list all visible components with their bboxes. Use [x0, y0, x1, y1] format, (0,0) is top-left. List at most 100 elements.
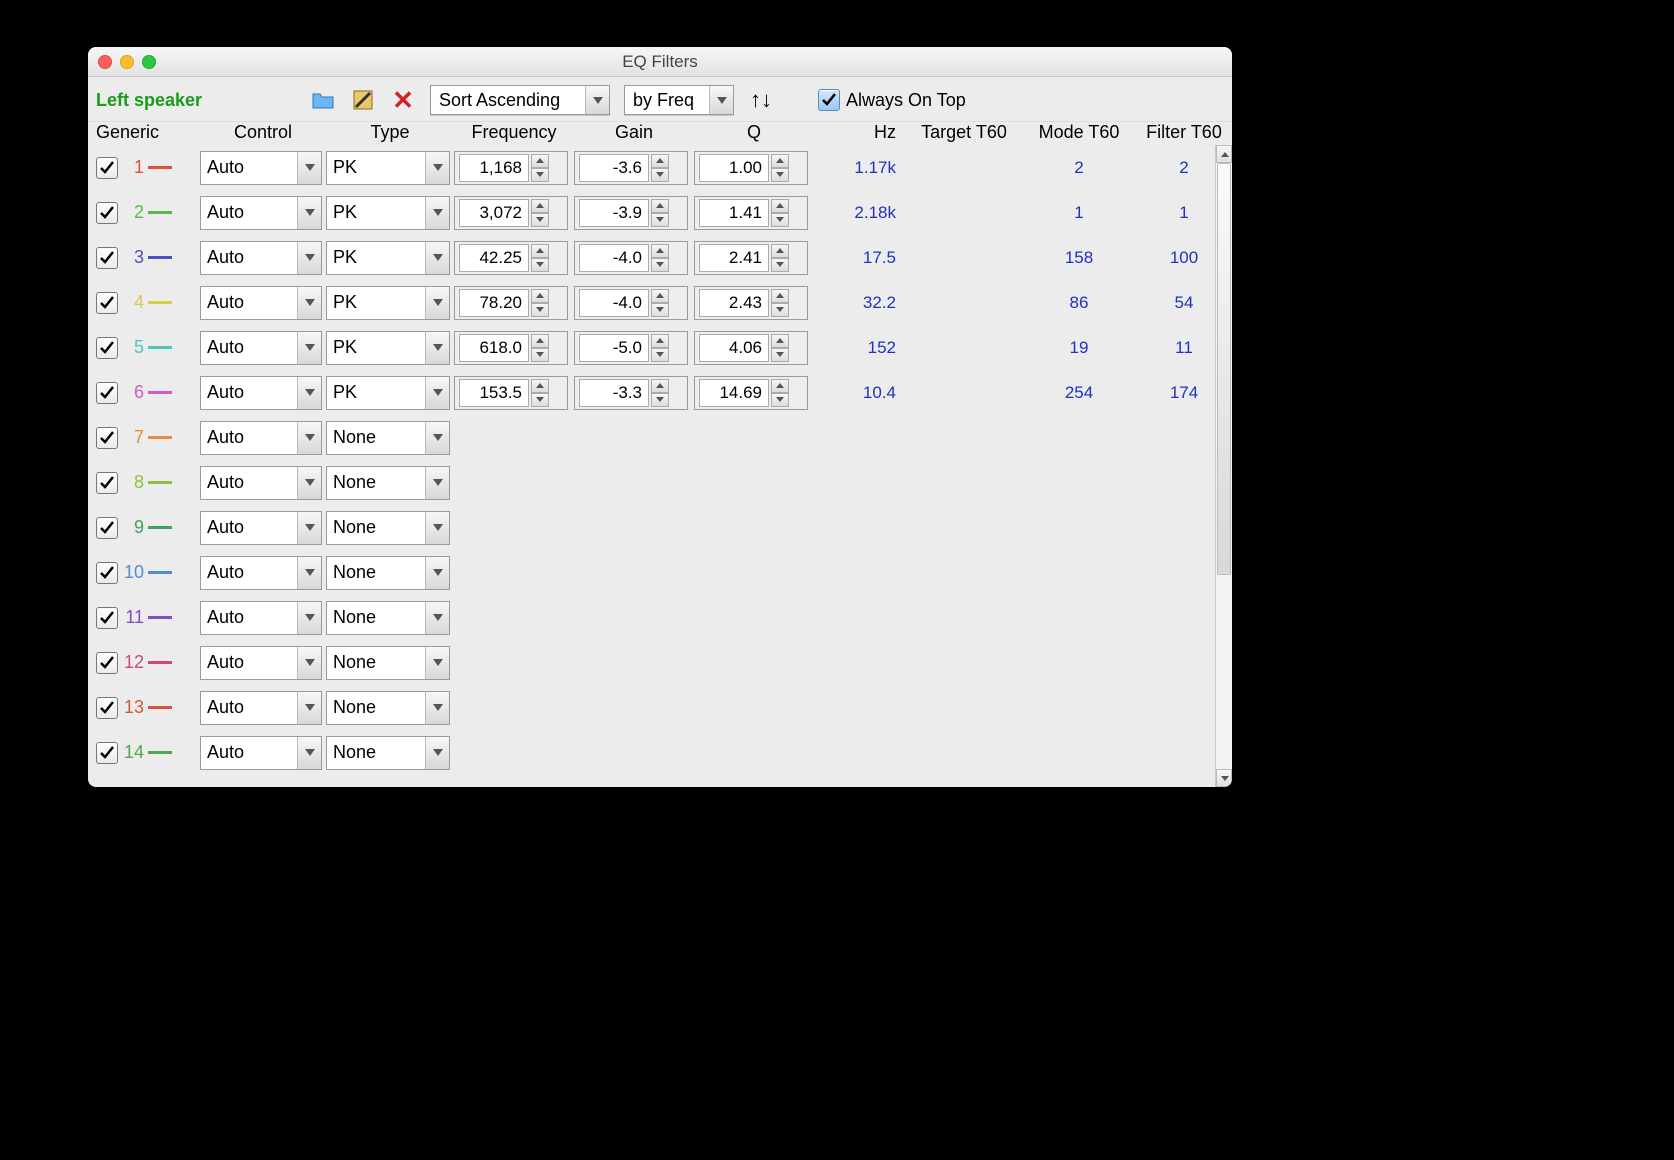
spin-up-button[interactable]	[531, 289, 549, 303]
q-spinner-input[interactable]	[699, 154, 769, 182]
filter-enable-checkbox[interactable]	[96, 247, 118, 269]
sort-mode-dropdown[interactable]: Sort Ascending	[430, 85, 610, 115]
spin-down-button[interactable]	[651, 258, 669, 272]
q-spinner[interactable]	[694, 376, 808, 410]
gain-spinner-input[interactable]	[579, 244, 649, 272]
control-select[interactable]: Auto	[200, 421, 322, 455]
spin-up-button[interactable]	[651, 244, 669, 258]
control-select[interactable]: Auto	[200, 331, 322, 365]
gain-spinner-input[interactable]	[579, 379, 649, 407]
type-select[interactable]: None	[326, 421, 450, 455]
vertical-scrollbar[interactable]	[1215, 145, 1232, 787]
type-select[interactable]: None	[326, 556, 450, 590]
type-select[interactable]: None	[326, 511, 450, 545]
type-select[interactable]: None	[326, 601, 450, 635]
spin-down-button[interactable]	[651, 393, 669, 407]
filter-enable-checkbox[interactable]	[96, 337, 118, 359]
frequency-spinner-input[interactable]	[459, 379, 529, 407]
frequency-spinner[interactable]	[454, 376, 568, 410]
spin-up-button[interactable]	[531, 154, 549, 168]
frequency-spinner-input[interactable]	[459, 199, 529, 227]
filter-enable-checkbox[interactable]	[96, 427, 118, 449]
control-select[interactable]: Auto	[200, 241, 322, 275]
gain-spinner[interactable]	[574, 196, 688, 230]
frequency-spinner[interactable]	[454, 331, 568, 365]
edit-icon[interactable]	[350, 87, 376, 113]
gain-spinner-input[interactable]	[579, 289, 649, 317]
control-select[interactable]: Auto	[200, 466, 322, 500]
frequency-spinner[interactable]	[454, 286, 568, 320]
spin-up-button[interactable]	[651, 379, 669, 393]
swap-order-icon[interactable]: ↑↓	[748, 87, 774, 113]
spin-down-button[interactable]	[651, 168, 669, 182]
filter-enable-checkbox[interactable]	[96, 742, 118, 764]
type-select[interactable]: PK	[326, 376, 450, 410]
sort-by-dropdown[interactable]: by Freq	[624, 85, 734, 115]
control-select[interactable]: Auto	[200, 691, 322, 725]
spin-up-button[interactable]	[651, 199, 669, 213]
filter-enable-checkbox[interactable]	[96, 157, 118, 179]
scrollbar-thumb[interactable]	[1217, 163, 1231, 575]
filter-enable-checkbox[interactable]	[96, 382, 118, 404]
frequency-spinner-input[interactable]	[459, 244, 529, 272]
spin-down-button[interactable]	[531, 213, 549, 227]
filter-enable-checkbox[interactable]	[96, 562, 118, 584]
scroll-up-button[interactable]	[1216, 145, 1232, 163]
filter-enable-checkbox[interactable]	[96, 472, 118, 494]
type-select[interactable]: PK	[326, 241, 450, 275]
spin-up-button[interactable]	[531, 199, 549, 213]
control-select[interactable]: Auto	[200, 556, 322, 590]
q-spinner[interactable]	[694, 241, 808, 275]
spin-down-button[interactable]	[651, 213, 669, 227]
type-select[interactable]: PK	[326, 286, 450, 320]
q-spinner-input[interactable]	[699, 379, 769, 407]
control-select[interactable]: Auto	[200, 646, 322, 680]
open-icon[interactable]	[310, 87, 336, 113]
filter-enable-checkbox[interactable]	[96, 697, 118, 719]
type-select[interactable]: PK	[326, 196, 450, 230]
spin-down-button[interactable]	[531, 258, 549, 272]
gain-spinner-input[interactable]	[579, 334, 649, 362]
filter-enable-checkbox[interactable]	[96, 292, 118, 314]
spin-up-button[interactable]	[531, 379, 549, 393]
spin-down-button[interactable]	[651, 303, 669, 317]
spin-down-button[interactable]	[771, 213, 789, 227]
gain-spinner[interactable]	[574, 241, 688, 275]
frequency-spinner-input[interactable]	[459, 154, 529, 182]
spin-up-button[interactable]	[651, 289, 669, 303]
q-spinner-input[interactable]	[699, 244, 769, 272]
spin-up-button[interactable]	[531, 334, 549, 348]
spin-down-button[interactable]	[531, 393, 549, 407]
q-spinner[interactable]	[694, 331, 808, 365]
type-select[interactable]: None	[326, 691, 450, 725]
spin-up-button[interactable]	[771, 199, 789, 213]
gain-spinner-input[interactable]	[579, 154, 649, 182]
delete-icon[interactable]: ✕	[390, 87, 416, 113]
type-select[interactable]: None	[326, 646, 450, 680]
spin-down-button[interactable]	[771, 258, 789, 272]
filter-enable-checkbox[interactable]	[96, 652, 118, 674]
control-select[interactable]: Auto	[200, 376, 322, 410]
control-select[interactable]: Auto	[200, 601, 322, 635]
type-select[interactable]: None	[326, 736, 450, 770]
control-select[interactable]: Auto	[200, 286, 322, 320]
spin-down-button[interactable]	[771, 168, 789, 182]
q-spinner-input[interactable]	[699, 199, 769, 227]
q-spinner[interactable]	[694, 286, 808, 320]
frequency-spinner-input[interactable]	[459, 334, 529, 362]
spin-up-button[interactable]	[771, 334, 789, 348]
gain-spinner[interactable]	[574, 151, 688, 185]
type-select[interactable]: None	[326, 466, 450, 500]
frequency-spinner-input[interactable]	[459, 289, 529, 317]
spin-up-button[interactable]	[651, 334, 669, 348]
q-spinner[interactable]	[694, 196, 808, 230]
spin-up-button[interactable]	[771, 244, 789, 258]
spin-up-button[interactable]	[651, 154, 669, 168]
spin-up-button[interactable]	[771, 379, 789, 393]
spin-down-button[interactable]	[651, 348, 669, 362]
q-spinner-input[interactable]	[699, 334, 769, 362]
spin-down-button[interactable]	[531, 303, 549, 317]
gain-spinner[interactable]	[574, 331, 688, 365]
spin-up-button[interactable]	[771, 154, 789, 168]
type-select[interactable]: PK	[326, 151, 450, 185]
